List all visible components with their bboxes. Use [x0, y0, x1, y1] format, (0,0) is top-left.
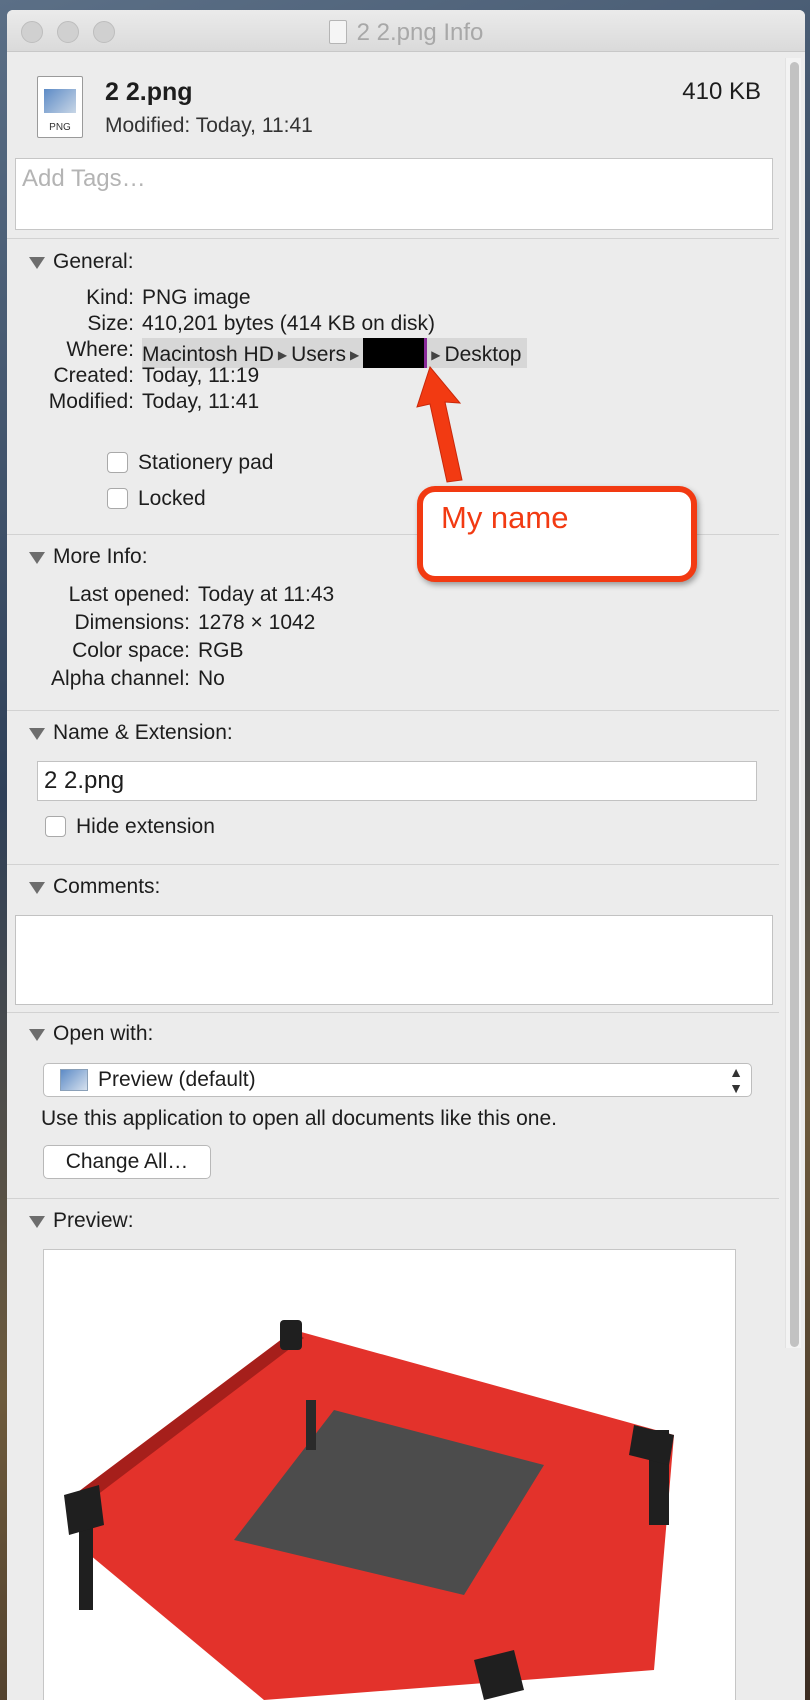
preview-app-icon	[60, 1069, 88, 1091]
preview-heading: Preview:	[53, 1209, 134, 1232]
my-name-callout: My name	[417, 486, 697, 582]
name-extension-heading: Name & Extension:	[53, 721, 233, 744]
preview-section: Preview:	[7, 1198, 779, 1700]
alpha-channel-label: Alpha channel:	[51, 667, 190, 690]
info-window: 2 2.png Info PNG 2 2.png 410 KB Modified…	[7, 10, 805, 1700]
disclosure-triangle-icon[interactable]	[29, 882, 45, 894]
cot-leg	[306, 1400, 316, 1450]
disclosure-triangle-icon[interactable]	[29, 1216, 45, 1228]
hide-extension-label: Hide extension	[76, 815, 215, 838]
preview-image	[43, 1249, 736, 1700]
name-extension-section: Name & Extension: 2 2.png Hide extension	[7, 710, 779, 864]
name-extension-header[interactable]: Name & Extension:	[7, 715, 779, 751]
dimensions-value: 1278 × 1042	[198, 611, 316, 634]
cot-leg	[280, 1320, 302, 1350]
open-with-note: Use this application to open all documen…	[41, 1107, 557, 1130]
disclosure-triangle-icon[interactable]	[29, 728, 45, 740]
comments-section: Comments:	[7, 864, 779, 1005]
hide-extension-checkbox[interactable]: Hide extension	[45, 815, 215, 839]
alpha-channel-value: No	[198, 667, 225, 690]
name-field[interactable]: 2 2.png	[37, 761, 757, 801]
comments-heading: Comments:	[53, 875, 161, 898]
comments-header[interactable]: Comments:	[7, 869, 779, 905]
open-with-heading: Open with:	[53, 1022, 154, 1045]
color-space-label: Color space:	[72, 639, 190, 662]
open-with-section: Open with: Preview (default) ▲ ▼ Use this…	[7, 1012, 779, 1198]
disclosure-triangle-icon[interactable]	[29, 1029, 45, 1041]
dimensions-label: Dimensions:	[74, 611, 190, 634]
popup-stepper-icon: ▲ ▼	[729, 1064, 743, 1096]
open-with-header[interactable]: Open with:	[7, 1016, 779, 1052]
callout-text: My name	[441, 500, 569, 535]
color-space-value: RGB	[198, 639, 244, 662]
pet-cot-image	[64, 1320, 674, 1700]
open-with-app: Preview (default)	[98, 1068, 256, 1091]
open-with-popup[interactable]: Preview (default) ▲ ▼	[43, 1063, 752, 1097]
preview-header[interactable]: Preview:	[7, 1203, 779, 1239]
comments-field[interactable]	[15, 915, 773, 1005]
change-all-button[interactable]: Change All…	[43, 1145, 211, 1179]
